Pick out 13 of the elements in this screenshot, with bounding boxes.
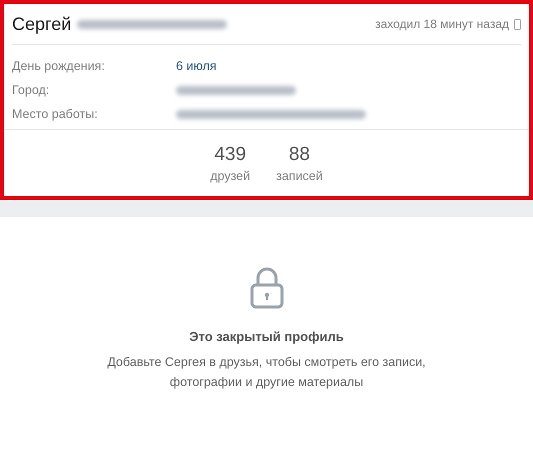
profile-name: Сергей <box>12 14 72 34</box>
field-label: Место работы: <box>12 107 99 121</box>
lock-icon <box>250 267 284 309</box>
field-label: День рождения: <box>12 59 106 73</box>
counter-value[interactable]: 439 <box>214 144 246 166</box>
field-value[interactable]: 6 июля <box>176 59 217 73</box>
counter-label[interactable]: записей <box>276 169 323 183</box>
last-seen-text: заходил 18 минут назад <box>375 17 509 31</box>
counter-label[interactable]: друзей <box>210 169 250 183</box>
closed-profile-title: Это закрытый профиль <box>189 329 344 344</box>
counter-value[interactable]: 88 <box>288 144 310 166</box>
field-label: Город: <box>12 83 50 97</box>
closed-profile-text: Добавьте Сергея в друзья, чтобы смотреть его записи, фотографии и другие материалы <box>106 354 427 391</box>
